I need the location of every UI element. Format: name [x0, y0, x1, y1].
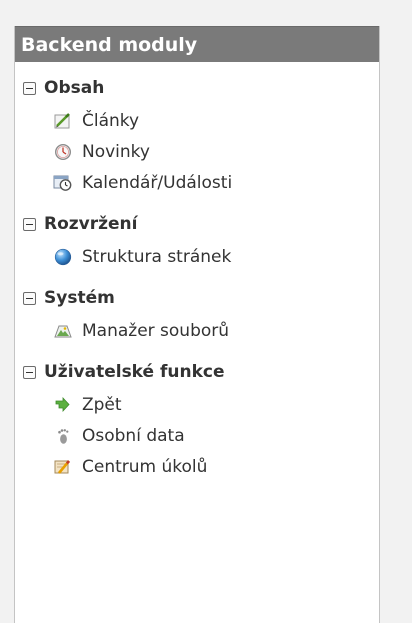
group-label: Systém	[44, 288, 115, 308]
group-uzivatelske-funkce: Uživatelské funkce Zpět Osobní data Cent…	[15, 358, 379, 482]
menu-item-novinky[interactable]: Novinky	[15, 136, 379, 167]
menu-item-label: Novinky	[82, 141, 150, 162]
group-title-obsah[interactable]: Obsah	[15, 74, 379, 102]
green-arrow-icon	[53, 396, 73, 414]
group-title-system[interactable]: Systém	[15, 284, 379, 312]
clock-icon	[53, 143, 73, 161]
menu-item-clanky[interactable]: Články	[15, 105, 379, 136]
task-pencil-icon	[53, 458, 73, 476]
group-system: Systém Manažer souborů	[15, 284, 379, 346]
collapse-toggle-icon[interactable]	[23, 291, 36, 305]
menu-item-label: Osobní data	[82, 425, 185, 446]
collapse-toggle-icon[interactable]	[23, 217, 36, 231]
menu-item-kalendar-udalosti[interactable]: Kalendář/Události	[15, 167, 379, 198]
backend-modules-panel: Backend moduly Obsah Články Novinky Kale…	[14, 26, 380, 623]
menu-item-label: Manažer souborů	[82, 320, 230, 341]
group-title-rozvrzeni[interactable]: Rozvržení	[15, 210, 379, 238]
menu-item-label: Centrum úkolů	[82, 456, 208, 477]
menu-item-osobni-data[interactable]: Osobní data	[15, 420, 379, 451]
group-label: Rozvržení	[44, 214, 138, 234]
collapse-toggle-icon[interactable]	[23, 365, 36, 379]
footprint-icon	[53, 427, 73, 445]
group-label: Uživatelské funkce	[44, 362, 225, 382]
globe-icon	[53, 248, 73, 266]
menu-item-struktura-stranek[interactable]: Struktura stránek	[15, 241, 379, 272]
group-obsah: Obsah Články Novinky Kalendář/Události	[15, 74, 379, 198]
group-rozvrzeni: Rozvržení Struktura stránek	[15, 210, 379, 272]
panel-header: Backend moduly	[15, 26, 379, 62]
menu-item-manazer-souboru[interactable]: Manažer souborů	[15, 315, 379, 346]
menu-item-centrum-ukolu[interactable]: Centrum úkolů	[15, 451, 379, 482]
calendar-clock-icon	[53, 174, 73, 192]
collapse-toggle-icon[interactable]	[23, 81, 36, 95]
group-label: Obsah	[44, 78, 105, 98]
menu-item-label: Kalendář/Události	[82, 172, 233, 193]
menu-item-label: Struktura stránek	[82, 246, 232, 267]
image-file-icon	[53, 322, 73, 340]
group-title-uzivatelske-funkce[interactable]: Uživatelské funkce	[15, 358, 379, 386]
menu-item-zpet[interactable]: Zpět	[15, 389, 379, 420]
menu-item-label: Články	[82, 110, 140, 131]
pencil-paper-icon	[53, 112, 73, 130]
menu-item-label: Zpět	[82, 394, 122, 415]
